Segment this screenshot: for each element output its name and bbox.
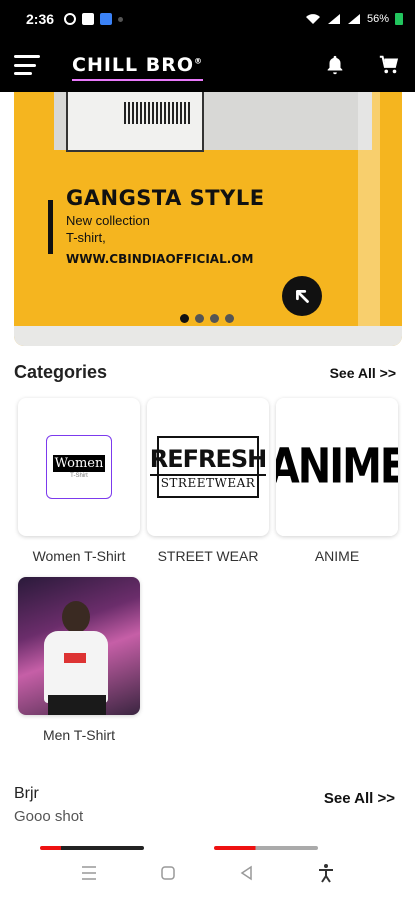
app-screen: 2:36 56% CHILL BRO® GANGSTA STYLE New co… <box>0 0 415 900</box>
refresh-logo-subtext: STREETWEAR <box>160 476 256 490</box>
category-card[interactable] <box>18 577 140 715</box>
category-women[interactable]: Women T-Shirt Women T-Shirt <box>18 398 140 564</box>
accessibility-icon[interactable] <box>314 863 338 888</box>
notification-icon <box>64 13 77 25</box>
refresh-streetwear-logo: REFRESH STREETWEAR <box>149 436 267 498</box>
category-label: Women T-Shirt <box>32 548 126 564</box>
categories-header: Categories See All >> <box>14 362 396 383</box>
women-logo-subtext: T-Shirt <box>70 473 88 479</box>
banner-stripe <box>358 92 380 346</box>
system-nav-bar <box>0 850 415 900</box>
home-icon[interactable] <box>156 865 180 886</box>
banner-title: GANGSTA STYLE <box>66 186 265 210</box>
youtube-icon <box>82 13 95 25</box>
category-label: ANIME <box>314 548 360 564</box>
category-men[interactable]: Men T-Shirt <box>18 577 140 743</box>
carousel-dot[interactable] <box>195 314 204 323</box>
app-notification-icon <box>100 13 113 25</box>
collection-see-all-link[interactable]: See All >> <box>324 790 395 807</box>
banner-accent-bar <box>48 200 53 254</box>
category-label: STREET WEAR <box>157 548 259 564</box>
carousel-dot[interactable] <box>180 314 189 323</box>
banner-subtitle: New collection <box>66 213 150 228</box>
menu-icon[interactable] <box>14 55 40 75</box>
battery-icon <box>395 13 403 25</box>
category-card[interactable]: REFRESH STREETWEAR <box>147 398 269 536</box>
signal-2-icon <box>347 14 360 24</box>
banner-subtitle-2: T-shirt, <box>66 230 106 245</box>
app-header: CHILL BRO® <box>0 38 415 92</box>
brand-name: CHILL BRO <box>72 54 195 76</box>
back-icon[interactable] <box>235 865 259 886</box>
system-icons: 56% <box>305 13 403 25</box>
status-bar: 2:36 56% <box>0 0 415 38</box>
categories-see-all-link[interactable]: See All >> <box>330 365 396 381</box>
category-anime[interactable]: ANIME ANIME <box>276 398 398 564</box>
status-time: 2:36 <box>26 11 55 27</box>
bell-icon[interactable] <box>323 53 347 77</box>
carousel-dots <box>180 314 234 323</box>
category-street-wear[interactable]: REFRESH STREETWEAR STREET WEAR <box>147 398 269 564</box>
refresh-logo-text: REFRESH <box>149 444 267 476</box>
brand-registered-mark: ® <box>194 56 204 66</box>
barcode-tag-image <box>66 92 204 152</box>
banner-url: WWW.CBINDIAOFFICIAL.OM <box>66 252 254 266</box>
collection-subtitle: Gooo shot <box>14 808 84 825</box>
women-logo-text: Women <box>52 455 106 472</box>
more-notifications-icon <box>118 16 124 22</box>
header-actions <box>323 53 401 77</box>
battery-percent: 56% <box>366 13 389 25</box>
anime-logo: ANIME <box>276 398 398 536</box>
arrow-up-left-icon[interactable] <box>282 276 322 316</box>
men-tshirt-photo <box>18 577 140 715</box>
women-tshirt-logo: Women T-Shirt <box>46 435 112 499</box>
category-card[interactable]: Women T-Shirt <box>18 398 140 536</box>
signal-icon <box>327 14 340 24</box>
wifi-icon <box>305 14 320 24</box>
category-card[interactable]: ANIME <box>276 398 398 536</box>
banner-bottom-strip <box>14 326 402 346</box>
brand-logo[interactable]: CHILL BRO® <box>72 54 204 81</box>
categories-title: Categories <box>14 362 108 382</box>
anime-logo-text: ANIME <box>276 439 398 495</box>
collection-title: Brjr <box>14 785 39 802</box>
cart-icon[interactable] <box>377 53 401 77</box>
promo-banner[interactable]: GANGSTA STYLE New collection T-shirt, WW… <box>14 92 402 346</box>
recent-apps-icon[interactable] <box>77 865 101 886</box>
notification-icons <box>64 13 124 25</box>
category-label: Men T-Shirt <box>42 727 116 743</box>
carousel-dot[interactable] <box>225 314 234 323</box>
carousel-dot[interactable] <box>210 314 219 323</box>
